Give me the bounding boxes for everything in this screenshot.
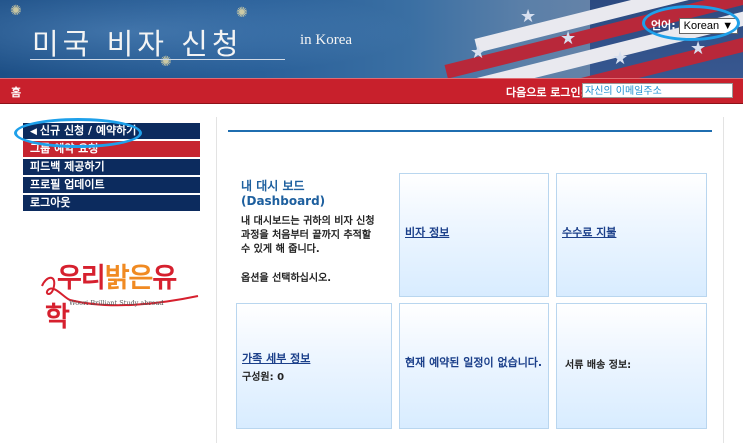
tile-visa-info[interactable]: 비자 정보 xyxy=(399,173,549,297)
dashboard-title: 내 대시 보드(Dashboard) xyxy=(241,179,326,208)
family-info-link[interactable]: 가족 세부 정보 xyxy=(242,350,310,366)
logo-text: 우리밝은유학 xyxy=(45,256,200,334)
visa-info-link[interactable]: 비자 정보 xyxy=(405,224,449,240)
sidebar-item-label: 피드백 제공하기 xyxy=(30,160,105,173)
site-subtitle: in Korea xyxy=(300,32,353,48)
main-content: 내 대시 보드(Dashboard) 내 대시보드는 귀하의 비자 신청 과정을… xyxy=(216,117,724,443)
sidebar-item-logout[interactable]: 로그아웃 xyxy=(23,195,200,211)
sidebar-item-label: 로그아웃 xyxy=(30,196,71,209)
dashboard-description: 내 대시보드는 귀하의 비자 신청 과정을 처음부터 끝까지 추적할 수 있게 … xyxy=(241,216,375,255)
sidebar-item-update-profile[interactable]: 프로필 업데이트 xyxy=(23,177,200,193)
logo-text-part2: 밝은 xyxy=(104,263,154,294)
document-delivery-text: 서류 배송 정보: xyxy=(565,360,632,371)
logo-text-part1: 우리 xyxy=(57,263,106,294)
login-email-field[interactable]: 자신의 이메일주소 xyxy=(582,83,733,98)
title-underline xyxy=(30,59,285,60)
dashboard-intro: 내 대시 보드(Dashboard) 내 대시보드는 귀하의 비자 신청 과정을… xyxy=(241,177,381,284)
no-appointment-text: 현재 예약된 일정이 없습니다. xyxy=(405,356,543,369)
site-title: 미국 비자 신청 xyxy=(32,27,243,61)
firework-icon: ✺ xyxy=(10,3,22,19)
highlight-ring-language xyxy=(642,5,740,41)
sidebar-item-feedback[interactable]: 피드백 제공하기 xyxy=(23,159,200,175)
family-members-count: 구성원: 0 xyxy=(242,372,285,383)
star-icon: ★ xyxy=(690,38,707,59)
tile-document-delivery[interactable]: 서류 배송 정보: xyxy=(556,303,707,429)
star-icon: ★ xyxy=(470,42,487,63)
star-icon: ★ xyxy=(612,48,629,69)
star-icon: ★ xyxy=(560,28,577,49)
highlight-ring-new-application xyxy=(14,118,142,148)
woori-logo: 우리밝은유학 Woori Brilliant Study abroad xyxy=(40,256,200,333)
sidebar-item-label: 프로필 업데이트 xyxy=(30,178,105,191)
login-label: 다음으로 로그인: xyxy=(506,86,586,99)
tile-fee-payment[interactable]: 수수료 지불 xyxy=(556,173,707,297)
tile-appointment[interactable]: 현재 예약된 일정이 없습니다. xyxy=(399,303,549,429)
star-icon: ★ xyxy=(520,6,537,27)
header-banner: ★ ★ ★ ★ ★ ✺ ✺ ✺ 미국 비자 신청 in Korea 언어: Kor… xyxy=(0,0,743,78)
main-divider xyxy=(228,130,712,132)
home-link[interactable]: 홈 xyxy=(11,84,21,100)
top-navbar: 홈 다음으로 로그인: 자신의 이메일주소 xyxy=(0,78,743,104)
fee-payment-link[interactable]: 수수료 지불 xyxy=(562,224,616,240)
tile-family-info[interactable]: 가족 세부 정보 구성원: 0 xyxy=(236,303,392,429)
dashboard-prompt: 옵션을 선택하십시오. xyxy=(241,273,332,284)
logo-subtitle: Woori Brilliant Study abroad xyxy=(69,299,164,307)
firework-icon: ✺ xyxy=(236,5,248,21)
